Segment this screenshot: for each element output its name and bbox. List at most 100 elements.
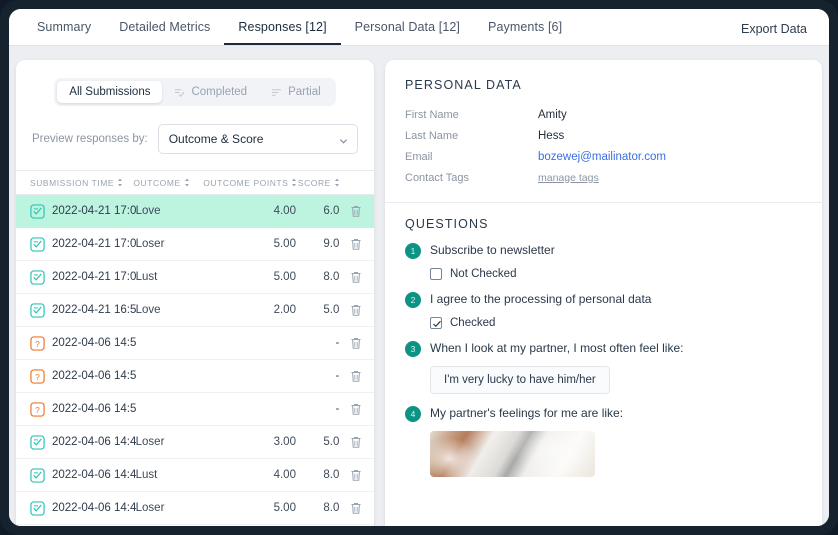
tab-summary[interactable]: Summary [23,20,105,45]
table-row[interactable]: 2022-04-21 17:03Love4.006.0 [16,195,374,228]
completed-icon [174,87,185,98]
question-number-badge: 4 [405,406,421,422]
cell-submission-time: 2022-04-21 16:58 [30,303,136,318]
tab-list: Summary Detailed Metrics Responses [12] … [23,20,576,45]
submission-time-text: 2022-04-21 17:03 [52,205,136,217]
col-outcome-label: OUTCOME [133,178,180,188]
sort-icon [334,178,340,187]
cell-submission-time: 2022-04-21 17:03 [30,237,136,252]
submission-time-text: 2022-04-21 17:03 [52,238,136,250]
delete-row-button[interactable] [339,403,362,416]
delete-row-button[interactable] [339,238,362,251]
question-block: 1Subscribe to newsletterNot Checked [405,231,802,280]
filter-all-submissions[interactable]: All Submissions [57,81,162,103]
table-row[interactable]: ?2022-04-06 14:57- [16,327,374,360]
table-row[interactable]: 2022-04-06 14:40Loser5.008.0 [16,492,374,525]
personal-data-key: Last Name [405,130,538,142]
submission-time-text: 2022-04-21 16:58 [52,304,136,316]
export-data-button[interactable]: Export Data [741,22,815,45]
partial-icon [271,87,282,98]
delete-row-button[interactable] [339,271,362,284]
preview-select[interactable]: Outcome & Score [158,124,358,154]
cell-submission-time: ?2022-04-06 14:57 [30,402,136,417]
question-header: 4My partner's feelings for me are like: [405,405,802,422]
filter-partial[interactable]: Partial [259,81,333,103]
personal-data-value: Amity [538,109,567,121]
col-outcome-points-label: OUTCOME POINTS [203,178,288,188]
svg-text:?: ? [35,371,40,381]
filter-partial-label: Partial [288,86,321,98]
svg-text:?: ? [35,404,40,414]
answer-checkbox-label: Checked [450,317,495,329]
table-header-row: SUBMISSION TIME OUTCOME OU [16,170,374,195]
col-score[interactable]: SCORE [297,178,339,188]
personal-data-row: Contact Tagsmanage tags [405,167,802,188]
sort-icon [184,178,190,187]
trash-icon [350,469,362,482]
table-row[interactable]: 2022-04-21 17:03Lust5.008.0 [16,261,374,294]
col-submission-time-label: SUBMISSION TIME [30,178,114,188]
delete-row-button[interactable] [339,304,362,317]
delete-row-button[interactable] [339,370,362,383]
svg-text:?: ? [35,338,40,348]
delete-row-button[interactable] [339,205,362,218]
tab-payments[interactable]: Payments [6] [474,20,576,45]
cell-outcome: Loser [136,436,210,448]
delete-row-button[interactable] [339,469,362,482]
table-row[interactable]: 2022-04-21 16:58Love2.005.0 [16,294,374,327]
chevron-down-icon [339,135,348,144]
question-header: 3When I look at my partner, I most often… [405,340,802,357]
question-number-badge: 3 [405,341,421,357]
cell-outcome: Love [136,205,210,217]
question-header: 2I agree to the processing of personal d… [405,291,802,308]
col-outcome-points[interactable]: OUTCOME POINTS [205,178,297,188]
cell-submission-time: ? 2022-04-06 14:57 [30,369,136,384]
table-row[interactable]: 2022-04-21 17:03Loser5.009.0 [16,228,374,261]
submission-time-text: 2022-04-06 14:57 [52,370,136,382]
completed-status-icon [30,468,45,483]
table-row[interactable]: 2022-04-06 14:40Loser3.005.0 [16,426,374,459]
delete-row-button[interactable] [339,436,362,449]
preview-label: Preview responses by: [32,133,148,145]
col-outcome[interactable]: OUTCOME [133,178,205,188]
table-row[interactable]: ?2022-04-06 14:57- [16,360,374,393]
filter-completed[interactable]: Completed [162,81,259,103]
completed-status-icon [30,237,45,252]
tab-personal-data[interactable]: Personal Data [12] [341,20,474,45]
cell-score: 6.0 [296,205,339,217]
device-frame: Summary Detailed Metrics Responses [12] … [0,0,838,535]
trash-icon [350,337,362,350]
completed-status-icon [30,204,45,219]
submission-filter-group: All Submissions Completed [16,60,374,106]
cell-outcome: Love [136,304,210,316]
personal-data-title: PERSONAL DATA [385,60,822,92]
personal-data-list: First NameAmityLast NameHessEmailbozewej… [385,92,822,188]
answer-checkbox-row[interactable]: Not Checked [430,268,802,280]
cell-outcome-points: 5.00 [209,238,296,250]
cell-outcome: Lust [136,469,210,481]
completed-status-icon [30,435,45,450]
filter-all-label: All Submissions [69,86,150,98]
answer-checkbox-row[interactable]: Checked [430,317,802,329]
cell-score: 5.0 [296,436,339,448]
delete-row-button[interactable] [339,337,362,350]
personal-data-key: Email [405,151,538,163]
tab-detailed-metrics[interactable]: Detailed Metrics [105,20,224,45]
cell-score: 8.0 [296,502,339,514]
personal-data-row: First NameAmity [405,104,802,125]
table-row[interactable]: ?2022-04-06 14:57- [16,393,374,426]
question-text: I agree to the processing of personal da… [430,291,651,307]
personal-data-key: Contact Tags [405,172,538,184]
table-row[interactable]: 2022-04-06 14:40Lust4.008.0 [16,459,374,492]
personal-data-value[interactable]: manage tags [538,172,599,184]
personal-data-value[interactable]: bozewej@mailinator.com [538,151,666,163]
cell-outcome-points: 5.00 [209,271,296,283]
cell-score: 8.0 [296,469,339,481]
tab-responses[interactable]: Responses [12] [224,20,340,45]
col-submission-time[interactable]: SUBMISSION TIME [30,178,133,188]
questions-list: 1Subscribe to newsletterNot Checked 2I ag… [385,231,822,477]
delete-row-button[interactable] [339,502,362,515]
question-block: 4My partner's feelings for me are like: [405,394,802,477]
trash-icon [350,436,362,449]
answer-image-thumbnail[interactable] [430,431,595,477]
